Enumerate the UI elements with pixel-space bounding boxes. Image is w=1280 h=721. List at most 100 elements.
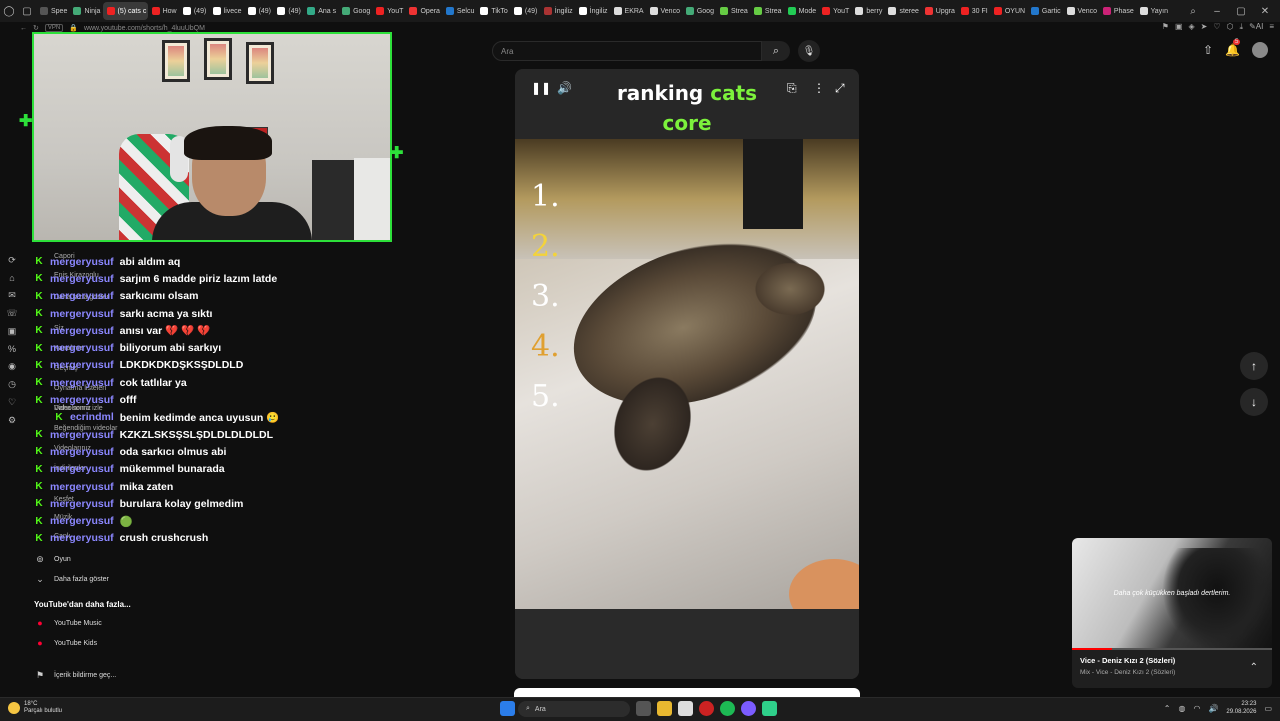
chat-username[interactable]: mergeryusuf bbox=[50, 394, 114, 406]
browser-tab[interactable]: (49) bbox=[244, 2, 274, 20]
mini-player-title[interactable]: Vice - Deniz Kızı 2 (Sözleri) bbox=[1080, 656, 1175, 665]
chat-username[interactable]: mergeryusuf bbox=[50, 429, 114, 441]
vpn-badge[interactable]: VPN bbox=[44, 24, 64, 32]
percent-icon[interactable]: % bbox=[6, 344, 18, 354]
chat-username[interactable]: mergeryusuf bbox=[50, 359, 114, 371]
chat-username[interactable]: mergeryusuf bbox=[50, 273, 114, 285]
cube-icon[interactable]: ⬡ bbox=[1227, 22, 1234, 34]
browser-tab[interactable]: YouT bbox=[372, 2, 405, 20]
url-text[interactable]: www.youtube.com/shorts/h_4luuUbQM bbox=[84, 25, 205, 32]
chat-username[interactable]: mergeryusuf bbox=[50, 308, 114, 320]
player-icon[interactable]: ◉ bbox=[6, 361, 18, 372]
chat-username[interactable]: mergeryusuf bbox=[50, 481, 114, 493]
sidebar-item[interactable]: ⌄ Daha fazla göster bbox=[34, 574, 109, 585]
avatar[interactable] bbox=[1252, 42, 1268, 58]
browser-tab[interactable]: TikTo bbox=[476, 2, 510, 20]
app-icon[interactable] bbox=[762, 701, 777, 716]
mini-player-progress[interactable] bbox=[1072, 648, 1272, 650]
browser-tab[interactable]: Mode bbox=[784, 2, 819, 20]
sidebar-more-item[interactable]: ● YouTube Music bbox=[34, 618, 101, 628]
browser-tab[interactable]: Venco bbox=[646, 2, 682, 20]
chat-username[interactable]: mergeryusuf bbox=[50, 463, 114, 475]
snapshot-icon[interactable]: ▣ bbox=[1175, 22, 1183, 34]
browser-tab[interactable]: Ana s bbox=[303, 2, 338, 20]
browser-tab[interactable]: Yayın bbox=[1136, 2, 1170, 20]
search-tabs-icon[interactable]: ⌕ bbox=[1182, 6, 1204, 17]
browser-tab[interactable]: Opera bbox=[405, 2, 441, 20]
sidebar-item[interactable]: ⊚ Oyun bbox=[34, 554, 71, 565]
bag-icon[interactable]: ⌂ bbox=[6, 273, 18, 283]
browser-tab[interactable]: OYUN bbox=[990, 2, 1027, 20]
browser-tab[interactable]: YouT bbox=[818, 2, 851, 20]
maximize-button[interactable]: ▢ bbox=[1230, 6, 1252, 17]
browser-tab[interactable]: İngiliz bbox=[575, 2, 610, 20]
clock[interactable]: 23:23 29.08.2026 bbox=[1226, 700, 1256, 716]
short-video-frame[interactable]: 1. 2. 3. 4. 5. bbox=[515, 139, 859, 609]
browser-tab[interactable]: (5) cats c bbox=[102, 2, 148, 20]
upload-icon[interactable]: ⇧ bbox=[1203, 43, 1213, 57]
history-sidebar-icon[interactable]: ◷ bbox=[6, 379, 18, 390]
ai-icon[interactable]: ✎AI bbox=[1249, 22, 1263, 34]
browser-tab[interactable]: How bbox=[148, 2, 179, 20]
chat-username[interactable]: mergeryusuf bbox=[50, 342, 114, 354]
settings-icon[interactable]: ⚙ bbox=[6, 415, 18, 426]
wifi-icon[interactable]: ◠ bbox=[1193, 704, 1200, 713]
mini-player[interactable]: Daha çok küçükken başladı dertlerim. Vic… bbox=[1072, 538, 1272, 688]
chat-username[interactable]: mergeryusuf bbox=[50, 446, 114, 458]
menu-icon[interactable]: ≡ bbox=[1269, 22, 1274, 34]
download-icon[interactable]: ⤓ bbox=[1240, 22, 1244, 34]
browser-tab[interactable]: Phase bbox=[1099, 2, 1136, 20]
browser-tab[interactable]: Gartic bbox=[1027, 2, 1063, 20]
previous-short-button[interactable]: ↑ bbox=[1240, 352, 1268, 380]
search-input[interactable]: Ara bbox=[492, 41, 762, 61]
task-view-icon[interactable] bbox=[636, 701, 651, 716]
browser-tab[interactable]: Spee bbox=[36, 2, 69, 20]
browser-tab[interactable]: Upgra bbox=[921, 2, 957, 20]
discord-icon[interactable] bbox=[741, 701, 756, 716]
whatsapp-icon[interactable]: ☏ bbox=[6, 308, 18, 319]
taskbar-search[interactable]: ⌕ Ara bbox=[518, 701, 630, 717]
store-icon[interactable] bbox=[678, 701, 693, 716]
browser-logo-icon[interactable]: ◯ bbox=[0, 0, 18, 22]
chat-username[interactable]: mergeryusuf bbox=[50, 256, 114, 268]
bookmark-icon[interactable]: ⚑ bbox=[1162, 22, 1169, 34]
browser-tab[interactable]: (49) bbox=[510, 2, 540, 20]
chat-username[interactable]: ecrindml bbox=[70, 411, 114, 423]
shield-icon[interactable]: ◈ bbox=[1189, 22, 1195, 34]
tray-app-icon[interactable]: ◍ bbox=[1178, 704, 1185, 713]
tab-overview-icon[interactable]: ▢ bbox=[18, 0, 36, 22]
messenger-icon[interactable]: ✉ bbox=[6, 290, 18, 301]
browser-tab[interactable]: steree bbox=[884, 2, 920, 20]
browser-tab[interactable]: İngiliz bbox=[540, 2, 575, 20]
weather-widget[interactable]: 18°C Parçalı bulutlu bbox=[8, 701, 62, 715]
file-explorer-icon[interactable] bbox=[657, 701, 672, 716]
close-button[interactable]: ✕ bbox=[1254, 6, 1276, 17]
next-short-button[interactable]: ↓ bbox=[1240, 388, 1268, 416]
browser-tab[interactable]: Strea bbox=[750, 2, 784, 20]
chevron-up-icon[interactable]: ⌃ bbox=[1250, 662, 1258, 673]
back-icon[interactable]: ← bbox=[20, 25, 27, 32]
browser-tab[interactable]: Selcu bbox=[442, 2, 477, 20]
chat-username[interactable]: mergeryusuf bbox=[50, 325, 114, 337]
browser-tab[interactable]: Goog bbox=[682, 2, 716, 20]
notifications-icon[interactable]: ▭ bbox=[1264, 704, 1272, 713]
speaker-icon[interactable]: 🔊 bbox=[1208, 704, 1218, 713]
browser-tab[interactable]: Strea bbox=[716, 2, 750, 20]
opera-icon[interactable] bbox=[699, 701, 714, 716]
chat-username[interactable]: mergeryusuf bbox=[50, 532, 114, 544]
browser-tab[interactable]: (49) bbox=[273, 2, 303, 20]
chat-username[interactable]: mergeryusuf bbox=[50, 515, 114, 527]
heart-sidebar-icon[interactable]: ♡ bbox=[6, 397, 18, 408]
search-icon[interactable]: ⌕ bbox=[762, 41, 790, 61]
browser-tab[interactable]: 30 FI bbox=[957, 2, 990, 20]
browser-tab[interactable]: Ninja bbox=[69, 2, 102, 20]
browser-tab[interactable]: EKRA bbox=[610, 2, 646, 20]
reload-icon[interactable]: ↻ bbox=[33, 24, 39, 32]
chat-username[interactable]: mergeryusuf bbox=[50, 377, 114, 389]
send-icon[interactable]: ➤ bbox=[1201, 22, 1208, 34]
mic-icon[interactable]: 🎙 bbox=[798, 40, 820, 62]
spotify-icon[interactable] bbox=[720, 701, 735, 716]
chat-username[interactable]: mergeryusuf bbox=[50, 498, 114, 510]
windows-start-icon[interactable] bbox=[500, 701, 515, 716]
chat-username[interactable]: mergeryusuf bbox=[50, 290, 114, 302]
